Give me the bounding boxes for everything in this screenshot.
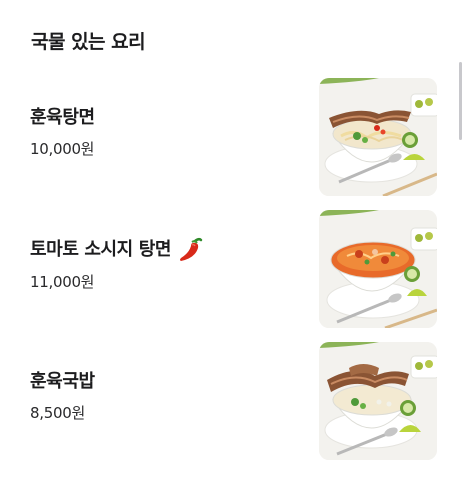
section-title: 국물 있는 요리 — [31, 31, 146, 53]
menu-item-1[interactable]: 훈육탕면 10,000원 — [0, 70, 466, 196]
menu-item-info: 훈육탕면 10,000원 — [30, 70, 95, 194]
pork-rice-soup-image[interactable] — [319, 342, 437, 460]
menu-item-name: 훈육국밥 — [30, 369, 95, 395]
menu-item-info: 훈육국밥 8,500원 — [30, 334, 95, 458]
menu-item-name-text: 토마토 소시지 탕면 — [30, 239, 172, 260]
menu-item-name-text: 훈육탕면 — [30, 107, 95, 128]
menu-item-3[interactable]: 훈육국밥 8,500원 — [0, 334, 466, 460]
scrollbar[interactable] — [459, 62, 462, 140]
menu-item-name: 훈육탕면 — [30, 105, 95, 131]
chili-pepper-icon — [177, 236, 205, 264]
noodle-soup-with-pork-image[interactable] — [319, 78, 437, 196]
menu-item-price: 11,000원 — [30, 273, 95, 291]
menu-item-price: 8,500원 — [30, 404, 85, 422]
menu-item-name: 토마토 소시지 탕면 — [30, 236, 205, 264]
menu-item-2[interactable]: 토마토 소시지 탕면 11,000원 — [0, 202, 466, 328]
menu-item-info: 토마토 소시지 탕면 11,000원 — [30, 202, 205, 326]
menu-item-name-text: 훈육국밥 — [30, 371, 95, 392]
menu-item-price: 10,000원 — [30, 140, 95, 158]
tomato-noodle-soup-image[interactable] — [319, 210, 437, 328]
